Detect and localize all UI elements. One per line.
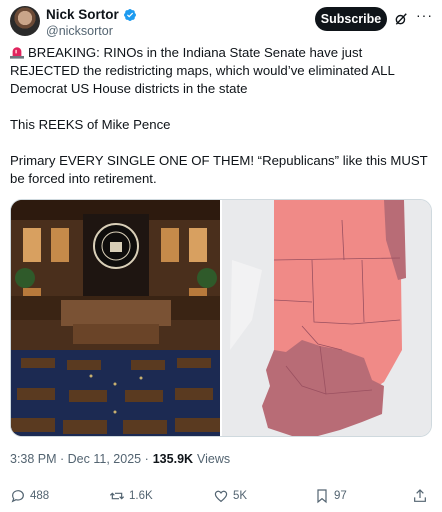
avatar[interactable] xyxy=(10,6,40,36)
like-count: 5K xyxy=(233,490,248,502)
bookmark-icon xyxy=(317,489,327,504)
verified-badge-icon xyxy=(123,8,136,21)
indiana-district-map-illustration xyxy=(222,200,431,436)
more-icon[interactable]: ··· xyxy=(416,8,432,25)
tweet-line-1: BREAKING: RINOs in the Indiana State Sen… xyxy=(10,45,395,96)
views-count: 135.9K xyxy=(152,452,194,466)
repost-icon xyxy=(109,492,125,500)
tweet-line-2: This REEKS of Mike Pence xyxy=(10,117,171,132)
tweet-text: BREAKING: RINOs in the Indiana State Sen… xyxy=(10,44,432,188)
repost-count: 1.6K xyxy=(129,490,153,502)
bookmark-count: 97 xyxy=(334,490,347,502)
bookmark-button[interactable]: 97 xyxy=(314,488,347,504)
author-handle[interactable]: @nicksortor xyxy=(46,24,113,38)
subscribe-button[interactable]: Subscribe xyxy=(315,7,387,31)
post-time[interactable]: 3:38 PM · Dec 11, 2025 · xyxy=(10,452,149,466)
reply-icon xyxy=(11,490,24,503)
repost-button[interactable]: 1.6K xyxy=(109,488,153,504)
tweet-timestamp: 3:38 PM · Dec 11, 2025 · 135.9K Views xyxy=(10,452,230,466)
grok-icon[interactable] xyxy=(394,12,408,26)
share-icon xyxy=(414,489,426,502)
reply-count: 488 xyxy=(30,490,50,502)
district-map[interactable] xyxy=(222,200,431,436)
views-label: Views xyxy=(197,452,231,466)
like-button[interactable]: 5K xyxy=(213,488,247,504)
tweet-paragraph-1: BREAKING: RINOs in the Indiana State Sen… xyxy=(10,44,432,98)
siren-emoji-icon xyxy=(10,47,24,59)
tweet-line-3: Primary EVERY SINGLE ONE OF THEM! “Repub… xyxy=(10,153,428,186)
share-button[interactable] xyxy=(412,488,428,504)
like-icon xyxy=(214,490,228,503)
senate-chamber-photo[interactable] xyxy=(11,200,220,436)
action-bar: 488 1.6K 5K 97 xyxy=(10,488,432,508)
author-name-row: Nick Sortor xyxy=(46,7,137,22)
senate-chamber-illustration xyxy=(11,200,220,436)
author-display-name[interactable]: Nick Sortor xyxy=(46,7,119,22)
tweet-header: Nick Sortor @nicksortor Subscribe ··· xyxy=(10,6,432,42)
reply-button[interactable]: 488 xyxy=(10,488,49,504)
tweet-media[interactable] xyxy=(10,199,432,437)
